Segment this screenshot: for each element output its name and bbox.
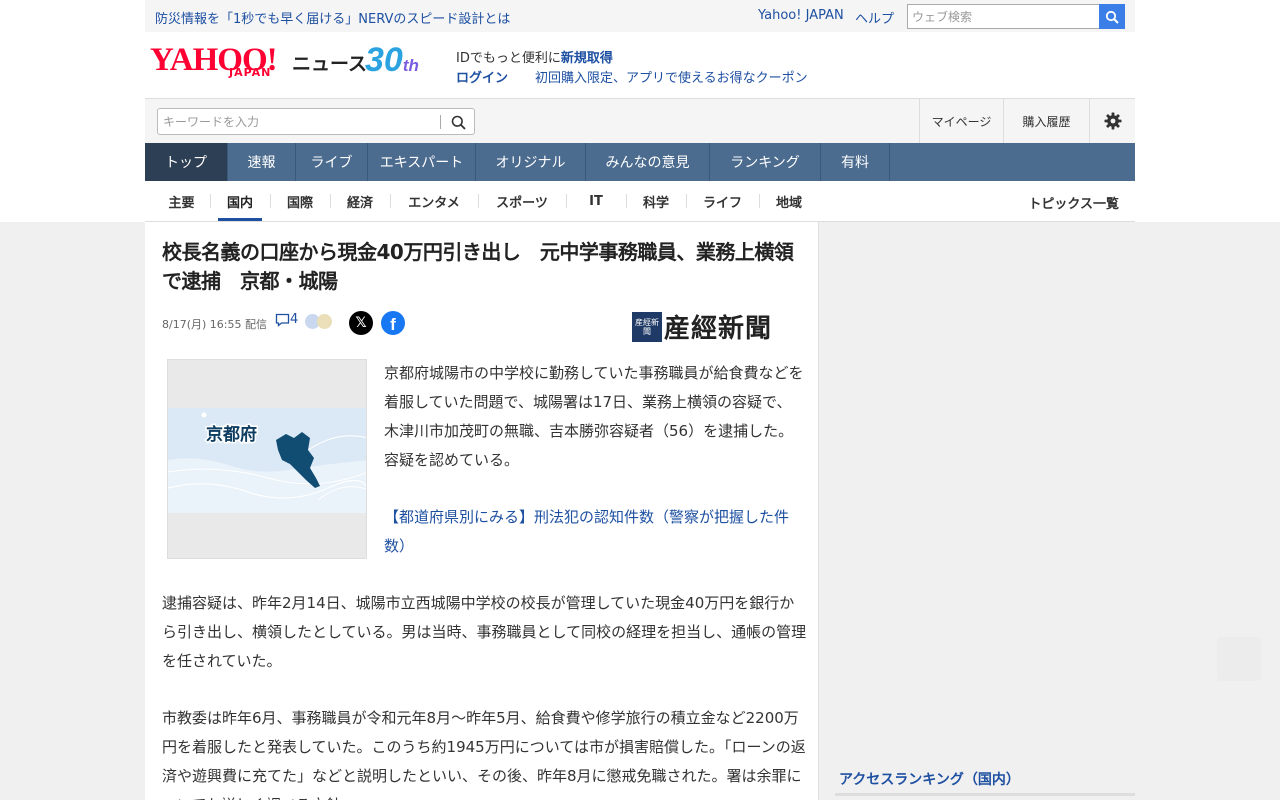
comment-link[interactable]: 4 <box>275 312 298 327</box>
category-international[interactable]: 国際 <box>270 181 330 221</box>
publisher-logo[interactable]: 産經新聞 産經新聞 <box>632 308 772 345</box>
main-nav-top[interactable]: トップ <box>145 143 228 181</box>
site-header: YAHOO! JAPAN ニュース 30th IDでもっと便利に新規取得 ログイ… <box>145 32 1135 98</box>
keyword-search-box <box>157 108 475 135</box>
topics-list-link[interactable]: トピックス一覧 <box>1028 193 1119 212</box>
x-icon: 𝕏 <box>355 315 367 331</box>
article-lead: 京都府城陽市の中学校に勤務していた事務職員が給食費などを着服していた問題で、城陽… <box>384 364 804 469</box>
anniversary-number: 30 <box>365 41 403 79</box>
article-thumbnail[interactable]: 京都府 <box>167 359 367 559</box>
promo-link[interactable]: 防災情報を「1秒でも早く届ける」NERVのスピード設計とは <box>155 8 510 27</box>
yahoo-logo-sub: JAPAN <box>229 66 272 79</box>
search-icon <box>1105 10 1119 24</box>
settings-button[interactable] <box>1089 99 1135 143</box>
help-link[interactable]: ヘルプ <box>855 8 894 27</box>
category-it[interactable]: IT <box>566 181 626 221</box>
web-search-button[interactable] <box>1099 4 1125 29</box>
category-domestic[interactable]: 国内 <box>210 181 270 221</box>
anniversary-logo: 30th <box>365 42 419 84</box>
article-date: 8/17(月) 16:55 <box>162 318 242 331</box>
yahoo-japan-link[interactable]: Yahoo! JAPAN <box>758 8 844 23</box>
anniversary-suffix: th <box>402 56 419 75</box>
promo-bar: 防災情報を「1秒でも早く届ける」NERVのスピード設計とは Yahoo! JAP… <box>145 0 1135 32</box>
category-entertainment[interactable]: エンタメ <box>390 181 478 221</box>
keyword-search-button[interactable] <box>448 112 468 132</box>
article-title: 校長名義の口座から現金40万円引き出し 元中学事務職員、業務上横領で逮捕 京都・… <box>162 240 794 293</box>
publisher-name: 産經新聞 <box>664 314 773 344</box>
category-science[interactable]: 科学 <box>626 181 686 221</box>
main-nav-paid[interactable]: 有料 <box>821 143 890 181</box>
reaction-icon <box>317 314 332 329</box>
reaction-icons[interactable] <box>305 314 332 329</box>
related-link[interactable]: 【都道府県別にみる】刑法犯の認知件数（警察が把握した件数） <box>384 503 804 561</box>
main-nav-live[interactable]: ライブ <box>296 143 368 181</box>
main-nav-expert[interactable]: エキスパート <box>368 143 476 181</box>
news-search-bar: マイページ 購入履歴 <box>145 98 1135 143</box>
publisher-badge: 産經新聞 <box>632 311 662 342</box>
sidebar-ad-area <box>835 222 1135 752</box>
account-links: マイページ 購入履歴 <box>919 99 1135 143</box>
article-meta: 8/17(月) 16:55 配信 <box>162 316 267 332</box>
article-paragraph-2: 市教委は昨年6月、事務職員が令和元年8月～昨年5月、給食費や修学旅行の積立金など… <box>162 709 806 800</box>
facebook-icon: f <box>390 315 396 334</box>
search-divider <box>440 115 441 129</box>
news-section-title[interactable]: ニュース <box>292 49 367 76</box>
main-nav-ranking[interactable]: ランキング <box>710 143 821 181</box>
login-link[interactable]: ログイン <box>456 67 508 86</box>
kyoto-map-image: 京都府 <box>168 408 366 513</box>
category-main[interactable]: 主要 <box>153 181 210 221</box>
category-nav: 主要 国内 国際 経済 エンタメ スポーツ IT 科学 ライフ 地域 トピックス… <box>145 181 1135 222</box>
category-region[interactable]: 地域 <box>759 181 819 221</box>
id-promo-text: IDでもっと便利に <box>456 51 561 66</box>
main-nav-original[interactable]: オリジナル <box>476 143 586 181</box>
facebook-share-button[interactable]: f <box>381 311 405 335</box>
floating-button[interactable] <box>1217 637 1261 681</box>
comment-count: 4 <box>290 312 299 327</box>
article-delivered-label: 配信 <box>244 318 267 331</box>
access-ranking-heading[interactable]: アクセスランキング（国内） <box>839 769 1020 789</box>
category-life[interactable]: ライフ <box>686 181 759 221</box>
comment-icon <box>275 313 290 327</box>
category-nav-items: 主要 国内 国際 経済 エンタメ スポーツ IT 科学 ライフ 地域 <box>153 181 819 221</box>
gear-icon <box>1104 112 1121 130</box>
main-nav-breaking[interactable]: 速報 <box>228 143 296 181</box>
mypage-link[interactable]: マイページ <box>919 99 1003 143</box>
id-promo: IDでもっと便利に新規取得 <box>456 47 613 66</box>
purchase-history-link[interactable]: 購入履歴 <box>1003 99 1089 143</box>
search-icon <box>451 115 466 130</box>
x-share-button[interactable]: 𝕏 <box>349 311 373 335</box>
map-label: 京都府 <box>206 424 257 445</box>
keyword-search-input[interactable] <box>158 109 438 134</box>
coupon-link[interactable]: 初回購入限定、アプリで使えるお得なクーポン <box>535 67 808 86</box>
article-paragraph-1: 逮捕容疑は、昨年2月14日、城陽市立西城陽中学校の校長が管理していた現金40万円… <box>162 594 807 670</box>
web-search-input[interactable] <box>907 4 1100 29</box>
main-nav: トップ 速報 ライブ エキスパート オリジナル みんなの意見 ランキング 有料 <box>145 143 1135 181</box>
article: 校長名義の口座から現金40万円引き出し 元中学事務職員、業務上横領で逮捕 京都・… <box>145 222 819 800</box>
category-economy[interactable]: 経済 <box>330 181 390 221</box>
signup-link[interactable]: 新規取得 <box>561 51 613 66</box>
main-nav-opinions[interactable]: みんなの意見 <box>586 143 710 181</box>
category-sports[interactable]: スポーツ <box>478 181 566 221</box>
sidebar-divider <box>835 793 1135 796</box>
